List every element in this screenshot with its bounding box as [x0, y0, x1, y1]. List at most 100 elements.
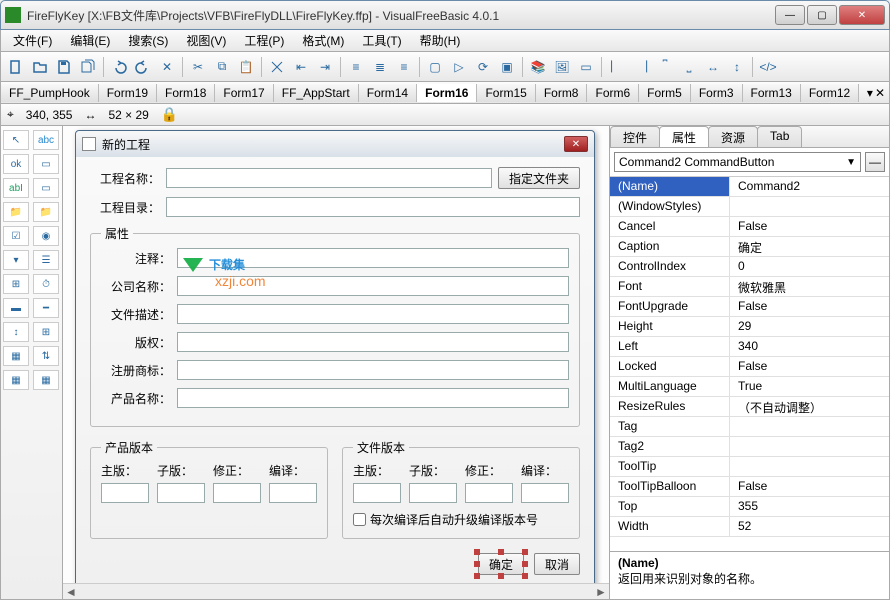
property-row[interactable]: CancelFalse [610, 217, 889, 237]
folder2-tool-icon[interactable]: 📁 [33, 202, 59, 222]
property-grid[interactable]: (Name)Command2(WindowStyles)CancelFalse C… [610, 177, 889, 551]
doc-tab[interactable]: Form6 [587, 84, 639, 102]
book-icon[interactable]: 📚 [527, 56, 549, 78]
copy-icon[interactable]: ⧉ [211, 56, 233, 78]
align-right-icon[interactable]: ≡ [393, 56, 415, 78]
input-product[interactable] [177, 388, 569, 408]
property-row[interactable]: Tag2 [610, 437, 889, 457]
property-value[interactable]: False [730, 297, 889, 316]
property-row[interactable]: (WindowStyles) [610, 197, 889, 217]
property-value[interactable] [730, 417, 889, 436]
property-value[interactable] [730, 437, 889, 456]
code-icon[interactable]: </> [757, 56, 779, 78]
input-trademark[interactable] [177, 360, 569, 380]
property-row[interactable]: LockedFalse [610, 357, 889, 377]
ok-button[interactable]: 确定 [478, 553, 524, 575]
panel-tab[interactable]: 资源 [708, 126, 758, 147]
doc-tab[interactable]: FF_PumpHook [1, 84, 99, 102]
property-value[interactable]: 52 [730, 517, 889, 536]
al1-icon[interactable]: ⎸ [606, 56, 628, 78]
dialog-titlebar[interactable]: 新的工程 ✕ [76, 131, 594, 157]
menu-item[interactable]: 编辑(E) [62, 30, 118, 51]
window-icon[interactable]: ▭ [575, 56, 597, 78]
cut-icon[interactable]: ✂ [187, 56, 209, 78]
doc-tab[interactable]: Form14 [359, 84, 417, 102]
property-value[interactable]: （不自动调整） [730, 397, 889, 416]
outdent-icon[interactable]: ⇥ [314, 56, 336, 78]
al6-icon[interactable]: ↕ [726, 56, 748, 78]
property-value[interactable] [730, 197, 889, 216]
tabs-close-icon[interactable]: ✕ [875, 86, 885, 100]
folder-tool-icon[interactable]: 📁 [3, 202, 29, 222]
property-row[interactable]: ControlIndex0 [610, 257, 889, 277]
new-icon[interactable] [5, 56, 27, 78]
menu-item[interactable]: 格式(M) [294, 30, 352, 51]
product-version-input[interactable] [157, 483, 205, 503]
property-row[interactable]: Top355 [610, 497, 889, 517]
horizontal-scrollbar[interactable]: ◄ ► [63, 583, 609, 599]
property-value[interactable]: 0 [730, 257, 889, 276]
al3-icon[interactable]: ⎴ [654, 56, 676, 78]
updown-tool-icon[interactable]: ↕ [3, 322, 29, 342]
doc-tab[interactable]: Form5 [639, 84, 691, 102]
al4-icon[interactable]: ⎵ [678, 56, 700, 78]
tree-tool-icon[interactable]: ⊞ [33, 322, 59, 342]
window-minimize-button[interactable]: — [775, 5, 805, 25]
designer-dialog[interactable]: 新的工程 ✕ 工程名称： 指定文件夹 工程目录： 属性 注释： 公司名称： 文件… [75, 130, 595, 590]
tab-tool-icon[interactable]: ⊞ [3, 274, 29, 294]
object-selector[interactable]: Command2 CommandButton ▼ [614, 152, 861, 172]
rect-tool-icon[interactable]: ▭ [33, 178, 59, 198]
doc-tab[interactable]: Form3 [691, 84, 743, 102]
scroll-left-icon[interactable]: ◄ [63, 585, 79, 599]
property-row[interactable]: Font微软雅黑 [610, 277, 889, 297]
doc-tab[interactable]: Form16 [417, 84, 477, 102]
window-maximize-button[interactable]: ▢ [807, 5, 837, 25]
pointer-tool-icon[interactable]: ↖ [3, 130, 29, 150]
save-all-icon[interactable] [77, 56, 99, 78]
file-version-input[interactable] [521, 483, 569, 503]
undo-icon[interactable] [108, 56, 130, 78]
menu-item[interactable]: 工程(P) [236, 30, 292, 51]
menu-item[interactable]: 文件(F) [5, 30, 60, 51]
combo-tool-icon[interactable]: ▾ [3, 250, 29, 270]
dialog-close-button[interactable]: ✕ [564, 136, 588, 152]
lock-icon[interactable]: 🔒 [161, 106, 178, 123]
list-tool-icon[interactable]: ☰ [33, 250, 59, 270]
scroll-tool-icon[interactable]: ⇅ [33, 346, 59, 366]
property-value[interactable]: 340 [730, 337, 889, 356]
file-version-input[interactable] [465, 483, 513, 503]
property-value[interactable]: False [730, 357, 889, 376]
menu-item[interactable]: 搜索(S) [120, 30, 176, 51]
cut2-icon[interactable] [266, 56, 288, 78]
check-tool-icon[interactable]: ☑ [3, 226, 29, 246]
window-close-button[interactable]: ✕ [839, 5, 885, 25]
picture-tool-icon[interactable]: ▦ [3, 370, 29, 390]
frame-tool-icon[interactable]: ▭ [33, 154, 59, 174]
panel-tab[interactable]: Tab [757, 126, 802, 147]
radio-tool-icon[interactable]: ◉ [33, 226, 59, 246]
property-row[interactable]: Height29 [610, 317, 889, 337]
panel-tab[interactable]: 控件 [610, 126, 660, 147]
menu-item[interactable]: 工具(T) [354, 30, 409, 51]
property-value[interactable]: False [730, 477, 889, 496]
scroll-right-icon[interactable]: ► [593, 585, 609, 599]
box-icon[interactable]: ▢ [424, 56, 446, 78]
property-row[interactable]: ResizeRules（不自动调整） [610, 397, 889, 417]
doc-tab[interactable]: Form8 [536, 84, 588, 102]
property-value[interactable]: Command2 [730, 177, 889, 196]
slider-tool-icon[interactable]: ━ [33, 298, 59, 318]
input-project-dir[interactable] [166, 197, 580, 217]
property-row[interactable]: (Name)Command2 [610, 177, 889, 197]
auto-upgrade-checkbox[interactable] [353, 513, 366, 526]
doc-tab[interactable]: Form12 [801, 84, 859, 102]
menu-item[interactable]: 帮助(H) [412, 30, 469, 51]
doc-tab[interactable]: Form13 [743, 84, 801, 102]
property-value[interactable]: 29 [730, 317, 889, 336]
property-value[interactable] [730, 457, 889, 476]
product-version-input[interactable] [269, 483, 317, 503]
doc-tab[interactable]: Form18 [157, 84, 215, 102]
property-value[interactable]: 微软雅黑 [730, 277, 889, 296]
input-company[interactable] [177, 276, 569, 296]
label-tool-icon[interactable]: abc [33, 130, 59, 150]
property-value[interactable]: 355 [730, 497, 889, 516]
